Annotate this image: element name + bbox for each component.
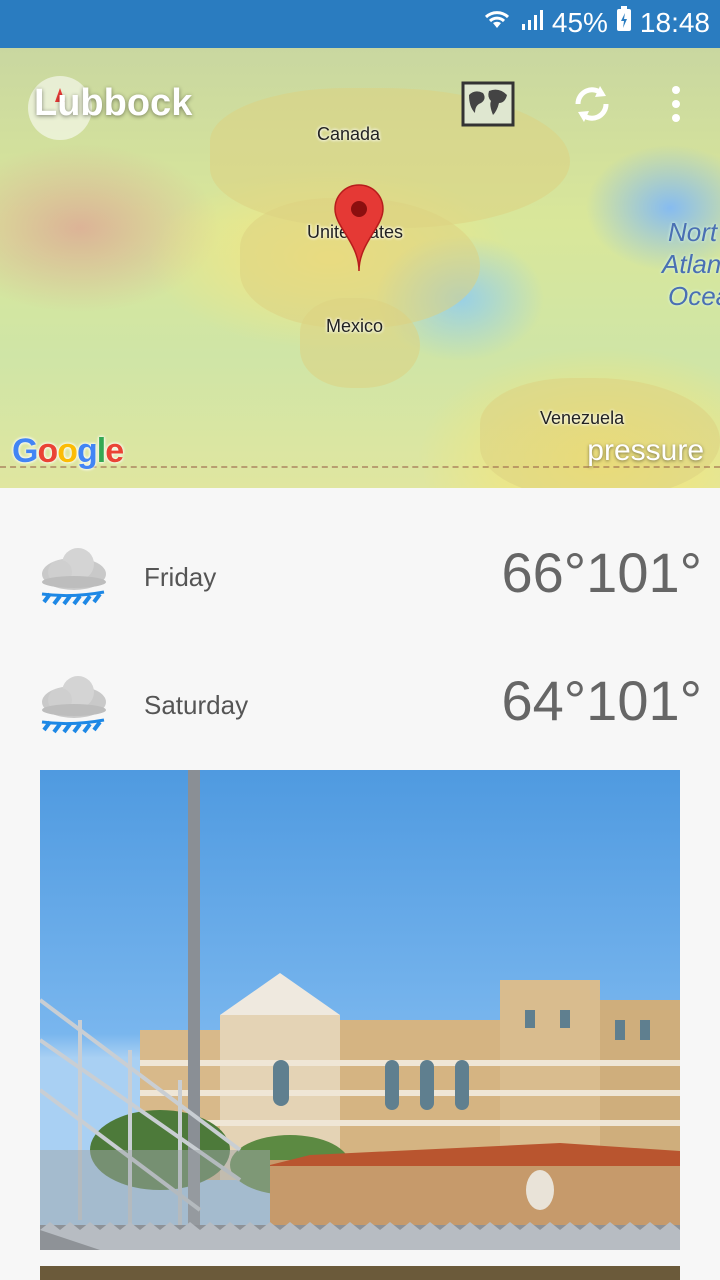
map-layer-label: pressure xyxy=(587,434,704,467)
low-temp: 66° xyxy=(501,541,587,604)
forecast-temps: 64°101° xyxy=(501,668,702,733)
status-bar: 45% 18:48 xyxy=(0,0,720,48)
ocean-label-line-2: Atlan xyxy=(662,249,720,279)
forecast-day-label: Friday xyxy=(144,562,217,592)
world-map-icon xyxy=(461,81,515,127)
forecast-temps: 66°101° xyxy=(501,540,702,605)
location-pin-icon[interactable] xyxy=(333,183,385,273)
battery-icon xyxy=(616,6,632,39)
map-layers-button[interactable] xyxy=(460,76,516,132)
battery-percent: 45% xyxy=(551,6,608,38)
next-photo[interactable] xyxy=(40,1266,680,1280)
city-title: Lubbock xyxy=(34,82,193,124)
clock: 18:48 xyxy=(639,6,710,38)
ocean-label: Nort Atlan Ocea xyxy=(662,216,720,312)
forecast-day-label: Saturday xyxy=(144,690,249,720)
wifi-icon xyxy=(482,7,512,39)
high-temp: 101° xyxy=(586,541,702,604)
low-temp: 64° xyxy=(501,669,587,732)
refresh-icon xyxy=(575,86,609,122)
forecast-row-friday[interactable]: Friday 66°101° xyxy=(0,518,720,638)
refresh-button[interactable] xyxy=(564,76,620,132)
building-illustration xyxy=(40,770,680,1250)
ocean-label-line-1: Nort xyxy=(668,217,718,247)
map-label-venezuela: Venezuela xyxy=(540,408,625,428)
google-logo: Google xyxy=(12,432,124,470)
app-bar: Lubbock xyxy=(0,48,720,160)
rain-cloud-icon xyxy=(41,548,106,606)
map-label-mexico: Mexico xyxy=(326,316,384,336)
overflow-menu-button[interactable] xyxy=(648,76,704,132)
city-photo[interactable] xyxy=(40,770,680,1250)
high-temp: 101° xyxy=(586,669,702,732)
more-vert-icon xyxy=(672,86,680,122)
rain-cloud-icon xyxy=(41,676,106,734)
ocean-label-line-3: Ocea xyxy=(668,281,720,311)
signal-icon xyxy=(520,7,544,39)
forecast-row-saturday[interactable]: Saturday 64°101° xyxy=(0,646,720,766)
